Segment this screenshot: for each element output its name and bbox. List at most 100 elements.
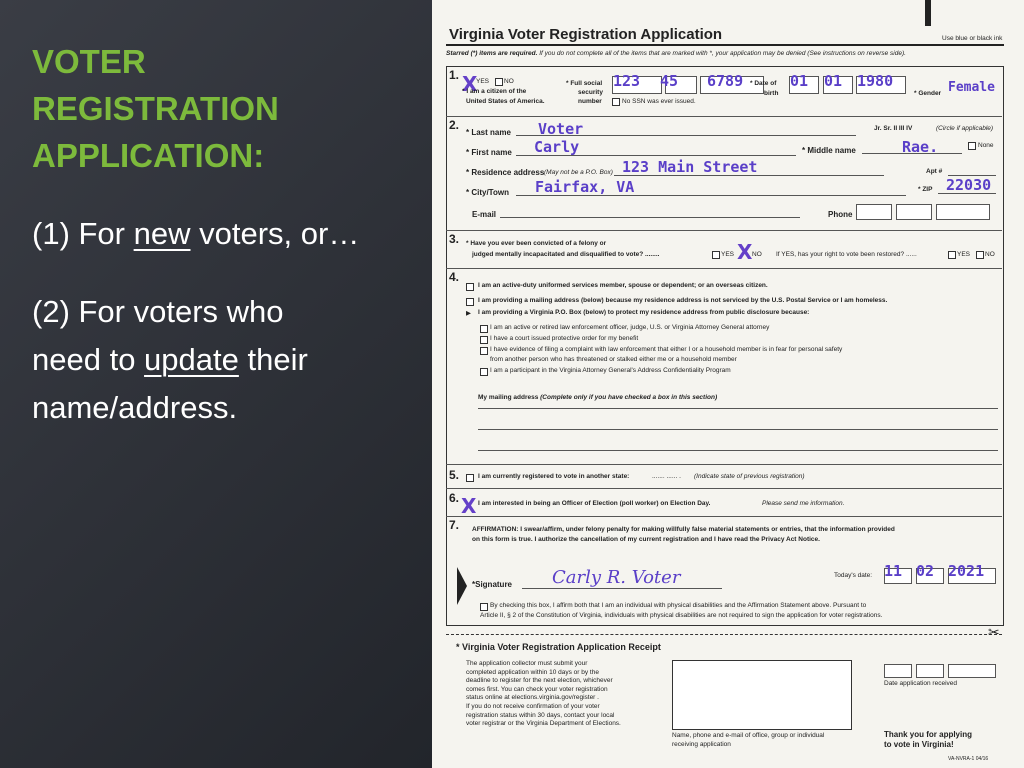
phone-line-field[interactable]: [936, 204, 990, 220]
scissors-icon: ✂: [988, 624, 1000, 640]
officer-label: I am interested in being an Officer of E…: [478, 500, 711, 507]
middle-none-label: None: [978, 142, 994, 149]
ssn-value-a: 123: [613, 72, 641, 90]
complaint-label-1: I have evidence of filing a complaint wi…: [490, 346, 843, 353]
residence-value: 123 Main Street: [622, 158, 758, 176]
gender-value: Female: [948, 80, 995, 95]
divider-5: [446, 488, 1002, 489]
form-code: VA-NVRA-1 04/16: [948, 756, 989, 762]
mailing-line-1[interactable]: [478, 408, 998, 409]
other-state-note: (Indicate state of previous registration…: [694, 473, 805, 480]
felony-question-2: judged mentally incapacitated and disqua…: [472, 251, 660, 258]
felony-yes-checkbox[interactable]: [712, 251, 720, 259]
officer-mark: X: [461, 494, 477, 518]
felony-yes-label: YES: [721, 251, 735, 258]
receipt-line: deadline to register for the next electi…: [466, 677, 613, 685]
mailing-line-3[interactable]: [478, 450, 998, 451]
receipt-line: completed application within 10 days or …: [466, 668, 599, 676]
receipt-line: The application collector must submit yo…: [466, 660, 588, 667]
slide-title: VOTER REGISTRATION APPLICATION:: [32, 38, 279, 179]
email-field[interactable]: [500, 217, 800, 218]
received-year-field[interactable]: [948, 664, 996, 678]
citizen-no-label: NO: [504, 78, 514, 85]
ssn-value-c: 6789: [707, 72, 744, 90]
today-date-label: Today's date:: [834, 572, 873, 579]
mailing-line-2[interactable]: [478, 429, 998, 430]
other-state-checkbox[interactable]: [466, 474, 474, 482]
title-line-3: APPLICATION:: [32, 137, 265, 174]
dob-day-value: 01: [824, 72, 843, 90]
signature-label: *Signature: [472, 580, 513, 589]
starred-note: Starred (*) items are required. If you d…: [446, 50, 906, 57]
today-day-value: 02: [916, 562, 935, 580]
first-name-value: Carly: [534, 138, 580, 156]
signature-value: Carly R. Voter: [552, 567, 681, 588]
mailing-address-label: My mailing address (Complete only if you…: [478, 394, 718, 401]
zip-label: * ZIP: [918, 186, 933, 193]
divider-3: [446, 268, 1002, 269]
signature-field[interactable]: [522, 588, 722, 589]
bullet-new-voters: (1) For new voters, or…: [32, 216, 360, 251]
complaint-checkbox[interactable]: [480, 347, 488, 355]
po-box-arrow: ▶: [466, 310, 471, 317]
section-1-number: 1.: [449, 68, 460, 82]
receipt-line: voter registrar or the Virginia Departme…: [466, 720, 621, 728]
title-rule: [446, 44, 1004, 46]
mailing-reason-label: I am providing a mailing address (below)…: [478, 297, 888, 304]
last-name-label: * Last name: [466, 128, 511, 137]
restored-yes-checkbox[interactable]: [948, 251, 956, 259]
phone-area-field[interactable]: [856, 204, 892, 220]
no-ssn-checkbox[interactable]: [612, 98, 620, 106]
restored-no-checkbox[interactable]: [976, 251, 984, 259]
protective-order-checkbox[interactable]: [480, 336, 488, 344]
suffix-note: (Circle if applicable): [936, 125, 994, 132]
dob-label-1: * Date of: [750, 80, 777, 87]
acp-checkbox[interactable]: [480, 368, 488, 376]
thanks-line-1: Thank you for applying: [884, 730, 973, 739]
form-title: Virginia Voter Registration Application: [449, 26, 723, 43]
other-state-field[interactable]: ....... ...... .: [652, 473, 681, 480]
city-value: Fairfax, VA: [535, 178, 635, 196]
phone-prefix-field[interactable]: [896, 204, 932, 220]
middle-none-checkbox[interactable]: [968, 142, 976, 150]
registration-form: Virginia Voter Registration Application …: [432, 0, 1024, 768]
receipt-title: * Virginia Voter Registration Applicatio…: [456, 642, 661, 652]
citizen-no-checkbox[interactable]: [495, 78, 503, 86]
date-received-label: Date application received: [884, 680, 957, 687]
received-day-field[interactable]: [916, 664, 944, 678]
received-month-field[interactable]: [884, 664, 912, 678]
suffix-options[interactable]: Jr. Sr. II III IV: [874, 125, 912, 132]
zip-value: 22030: [946, 176, 992, 194]
citizen-yes-label: YES: [476, 78, 490, 85]
divider-1: [446, 116, 1002, 117]
officer-note: Please send me information.: [762, 500, 845, 507]
receipt-line: registration status within 30 days, cont…: [466, 711, 615, 719]
signature-arrow-icon: [457, 567, 467, 605]
citizen-label-2: United States of America.: [466, 98, 545, 105]
po-box-label: I am providing a Virginia P.O. Box (belo…: [478, 309, 810, 316]
section-5-number: 5.: [449, 468, 460, 482]
receipt-collector-box[interactable]: [672, 660, 852, 730]
collector-box-label-2: receiving application: [672, 741, 731, 748]
section-7-number: 7.: [449, 518, 460, 532]
title-line-1: VOTER: [32, 43, 146, 80]
ssn-label-3: number: [578, 98, 602, 105]
military-checkbox[interactable]: [466, 283, 474, 291]
dob-year-value: 1980: [857, 72, 894, 90]
citizen-label-1: * I am a citizen of the: [462, 88, 527, 95]
mailing-checkbox[interactable]: [466, 298, 474, 306]
no-ssn-label: No SSN was ever issued.: [622, 98, 696, 105]
section-2-number: 2.: [449, 118, 460, 132]
collector-box-label-1: Name, phone and e-mail of office, group …: [672, 732, 825, 739]
disability-checkbox[interactable]: [480, 603, 488, 611]
felony-question-1: * Have you ever been convicted of a felo…: [466, 240, 607, 247]
other-state-label: I am currently registered to vote in ano…: [478, 473, 630, 480]
cut-line: [446, 634, 1002, 635]
bullet-update-line-1: (2) For voters who: [32, 294, 284, 329]
law-enforcement-checkbox[interactable]: [480, 325, 488, 333]
military-label: I am an active-duty uniformed services m…: [478, 282, 768, 289]
bullet-update-line-2: need to update their: [32, 342, 308, 377]
receipt-line: status online at elections.virginia.gov/…: [466, 694, 599, 702]
dob-month-value: 01: [790, 72, 809, 90]
section-3-number: 3.: [449, 232, 460, 246]
